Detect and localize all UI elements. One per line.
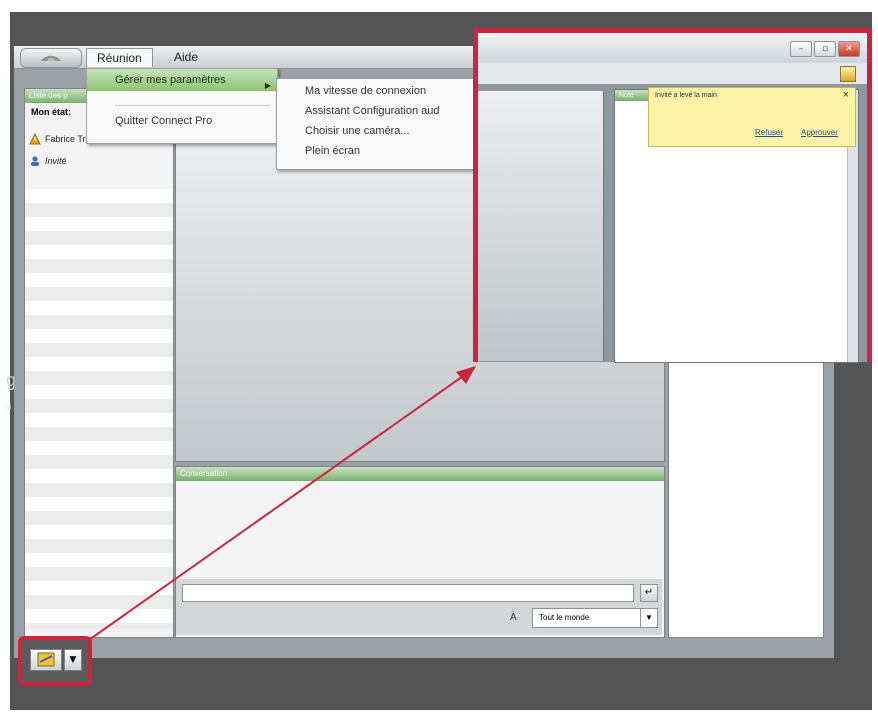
bottom-toolbar-callout: ▼: [18, 636, 92, 686]
close-icon: ✕: [845, 44, 853, 54]
raise-hand-dropdown-button[interactable]: ▼: [64, 649, 82, 671]
minimize-button[interactable]: –: [790, 41, 812, 57]
raise-hand-notification: Invité a levé la main × Refuser Approuve…: [648, 87, 856, 147]
notification-close-icon[interactable]: ×: [843, 89, 849, 101]
maximize-icon: ▫: [821, 44, 829, 54]
raise-hand-icon: [37, 652, 55, 667]
zoom-callout: – ▫ ✕ Note Invité a levé la main × Refus…: [473, 28, 872, 363]
approve-link[interactable]: Approuver: [801, 128, 838, 137]
dropdown-arrow-icon: ▼: [69, 655, 77, 665]
raise-hand-icon[interactable]: [840, 66, 856, 82]
refuse-link[interactable]: Refuser: [755, 128, 783, 137]
notification-message: Invité a levé la main: [655, 92, 717, 99]
raise-hand-button[interactable]: [30, 649, 62, 671]
maximize-button[interactable]: ▫: [814, 41, 836, 57]
zoom-share-pod: [478, 91, 604, 361]
minimize-icon: –: [798, 44, 804, 54]
close-window-button[interactable]: ✕: [838, 41, 860, 57]
